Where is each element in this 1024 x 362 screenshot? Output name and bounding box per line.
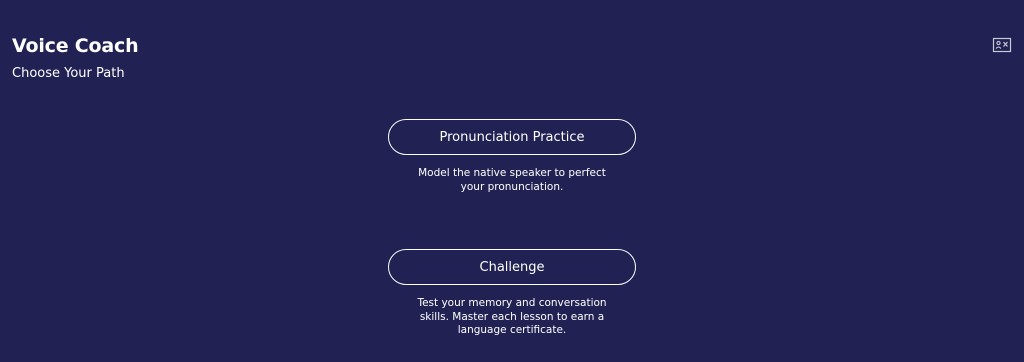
- challenge-option: Challenge Test your memory and conversat…: [388, 249, 636, 338]
- pronunciation-practice-description: Model the native speaker to perfect your…: [418, 167, 606, 193]
- challenge-description: Test your memory and conversation skills…: [417, 297, 607, 336]
- page-title: Voice Coach: [12, 35, 139, 57]
- exit-button[interactable]: [992, 37, 1012, 53]
- pronunciation-practice-option: Pronunciation Practice Model the native …: [388, 119, 636, 194]
- challenge-button[interactable]: Challenge: [388, 249, 636, 285]
- page-subtitle: Choose Your Path: [12, 66, 125, 81]
- exit-screen-icon: [992, 37, 1012, 53]
- header: Voice Coach Choose Your Path: [12, 34, 139, 82]
- pronunciation-practice-button[interactable]: Pronunciation Practice: [388, 119, 636, 155]
